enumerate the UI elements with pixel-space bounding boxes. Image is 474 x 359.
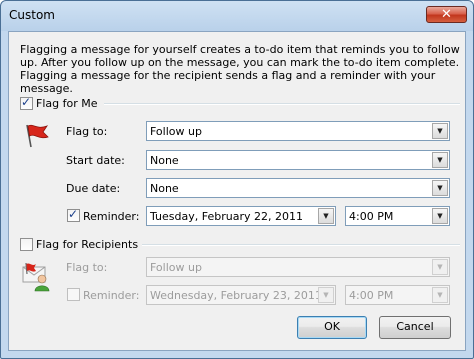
flag-for-recipients-checkbox[interactable]: [20, 238, 33, 251]
dialog-body: Flagging a message for yourself creates …: [8, 31, 466, 351]
recipient-flag-to-select[interactable]: Follow up ▼: [146, 257, 450, 277]
reminder-label: Reminder:: [83, 210, 140, 223]
recipient-reminder-label: Reminder:: [83, 289, 140, 302]
flag-for-me-label: Flag for Me: [36, 97, 98, 110]
flag-for-recipients-label: Flag for Recipients: [36, 238, 139, 251]
start-date-value: None: [150, 154, 179, 167]
contact-flag-icon: [22, 262, 50, 292]
chevron-down-icon[interactable]: ▼: [432, 123, 448, 139]
recipient-reminder-date-value: Wednesday, February 23, 2011: [150, 289, 322, 302]
recipient-reminder-time-select[interactable]: 4:00 PM ▼: [345, 285, 450, 305]
flag-to-value: Follow up: [150, 125, 202, 138]
chevron-down-icon[interactable]: ▼: [318, 208, 334, 224]
section-divider: [142, 244, 460, 246]
flag-to-select[interactable]: Follow up ▼: [146, 121, 450, 141]
chevron-down-icon[interactable]: ▼: [318, 287, 334, 303]
chevron-down-icon[interactable]: ▼: [432, 208, 448, 224]
due-date-value: None: [150, 182, 179, 195]
chevron-down-icon[interactable]: ▼: [432, 180, 448, 196]
recipient-reminder-checkbox[interactable]: [67, 288, 80, 301]
title-bar[interactable]: Custom ✕: [1, 1, 473, 31]
chevron-down-icon[interactable]: ▼: [432, 152, 448, 168]
section-divider: [104, 103, 460, 105]
reminder-checkbox[interactable]: [67, 207, 80, 222]
start-date-select[interactable]: None ▼: [146, 150, 450, 170]
reminder-time-value: 4:00 PM: [349, 210, 394, 223]
red-flag-icon: [26, 124, 49, 148]
due-date-label: Due date:: [66, 182, 121, 195]
custom-dialog: Custom ✕ Flagging a message for yourself…: [0, 0, 474, 359]
reminder-date-value: Tuesday, February 22, 2011: [150, 210, 303, 223]
close-button[interactable]: ✕: [426, 6, 467, 23]
flag-for-me-checkbox[interactable]: [20, 95, 33, 110]
recipient-reminder-date-picker[interactable]: Wednesday, February 23, 2011 ▼: [146, 285, 336, 305]
recipient-flag-to-value: Follow up: [150, 261, 202, 274]
recipient-flag-to-label: Flag to:: [66, 261, 108, 274]
recipient-reminder-time-value: 4:00 PM: [349, 289, 394, 302]
window-title: Custom: [9, 8, 55, 22]
reminder-time-select[interactable]: 4:00 PM ▼: [345, 206, 450, 226]
start-date-label: Start date:: [66, 154, 125, 167]
reminder-date-picker[interactable]: Tuesday, February 22, 2011 ▼: [146, 206, 336, 226]
ok-button[interactable]: OK: [297, 316, 367, 339]
due-date-select[interactable]: None ▼: [146, 178, 450, 198]
cancel-button[interactable]: Cancel: [379, 316, 451, 339]
description-text: Flagging a message for yourself creates …: [20, 43, 460, 95]
flag-to-label: Flag to:: [66, 125, 108, 138]
chevron-down-icon[interactable]: ▼: [432, 287, 448, 303]
chevron-down-icon[interactable]: ▼: [432, 259, 448, 275]
